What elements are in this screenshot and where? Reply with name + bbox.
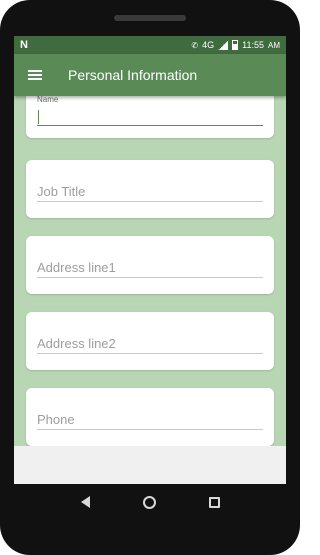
status-bar: N ✆ 4G 11:55 AM [14, 36, 286, 54]
text-cursor [38, 110, 39, 124]
speaker-grille [114, 15, 186, 21]
hamburger-menu-icon[interactable] [28, 70, 42, 80]
signal-icon [218, 40, 229, 50]
job-title-card [26, 160, 274, 218]
phone-input[interactable] [37, 410, 263, 430]
screen: N ✆ 4G 11:55 AM Personal Information Nam… [14, 36, 286, 484]
page-title: Personal Information [68, 67, 198, 83]
status-time: 11:55 [242, 40, 264, 50]
job-title-input[interactable] [37, 182, 263, 202]
network-label: 4G [202, 40, 215, 50]
system-nav-bar [14, 484, 286, 520]
form-scroll-area[interactable]: Name [14, 88, 286, 446]
address-line2-card [26, 312, 274, 370]
phone-card [26, 388, 274, 446]
phone-call-icon: ✆ [191, 40, 199, 50]
home-icon[interactable] [142, 495, 156, 509]
battery-icon [232, 40, 239, 50]
address-line2-input[interactable] [37, 334, 263, 354]
phone-frame: N ✆ 4G 11:55 AM Personal Information Nam… [0, 0, 300, 555]
status-icons: ✆ 4G 11:55 AM [191, 40, 280, 50]
back-icon[interactable] [80, 496, 90, 508]
bottom-panel [14, 446, 286, 484]
recents-icon[interactable] [208, 496, 220, 508]
name-field-label: Name [37, 95, 59, 104]
address-line1-input[interactable] [37, 258, 263, 278]
status-time-suffix: AM [268, 40, 280, 50]
address-line1-card [26, 236, 274, 294]
notification-icon: N [20, 39, 28, 51]
app-bar: Personal Information [14, 54, 286, 96]
name-input[interactable] [37, 106, 263, 126]
